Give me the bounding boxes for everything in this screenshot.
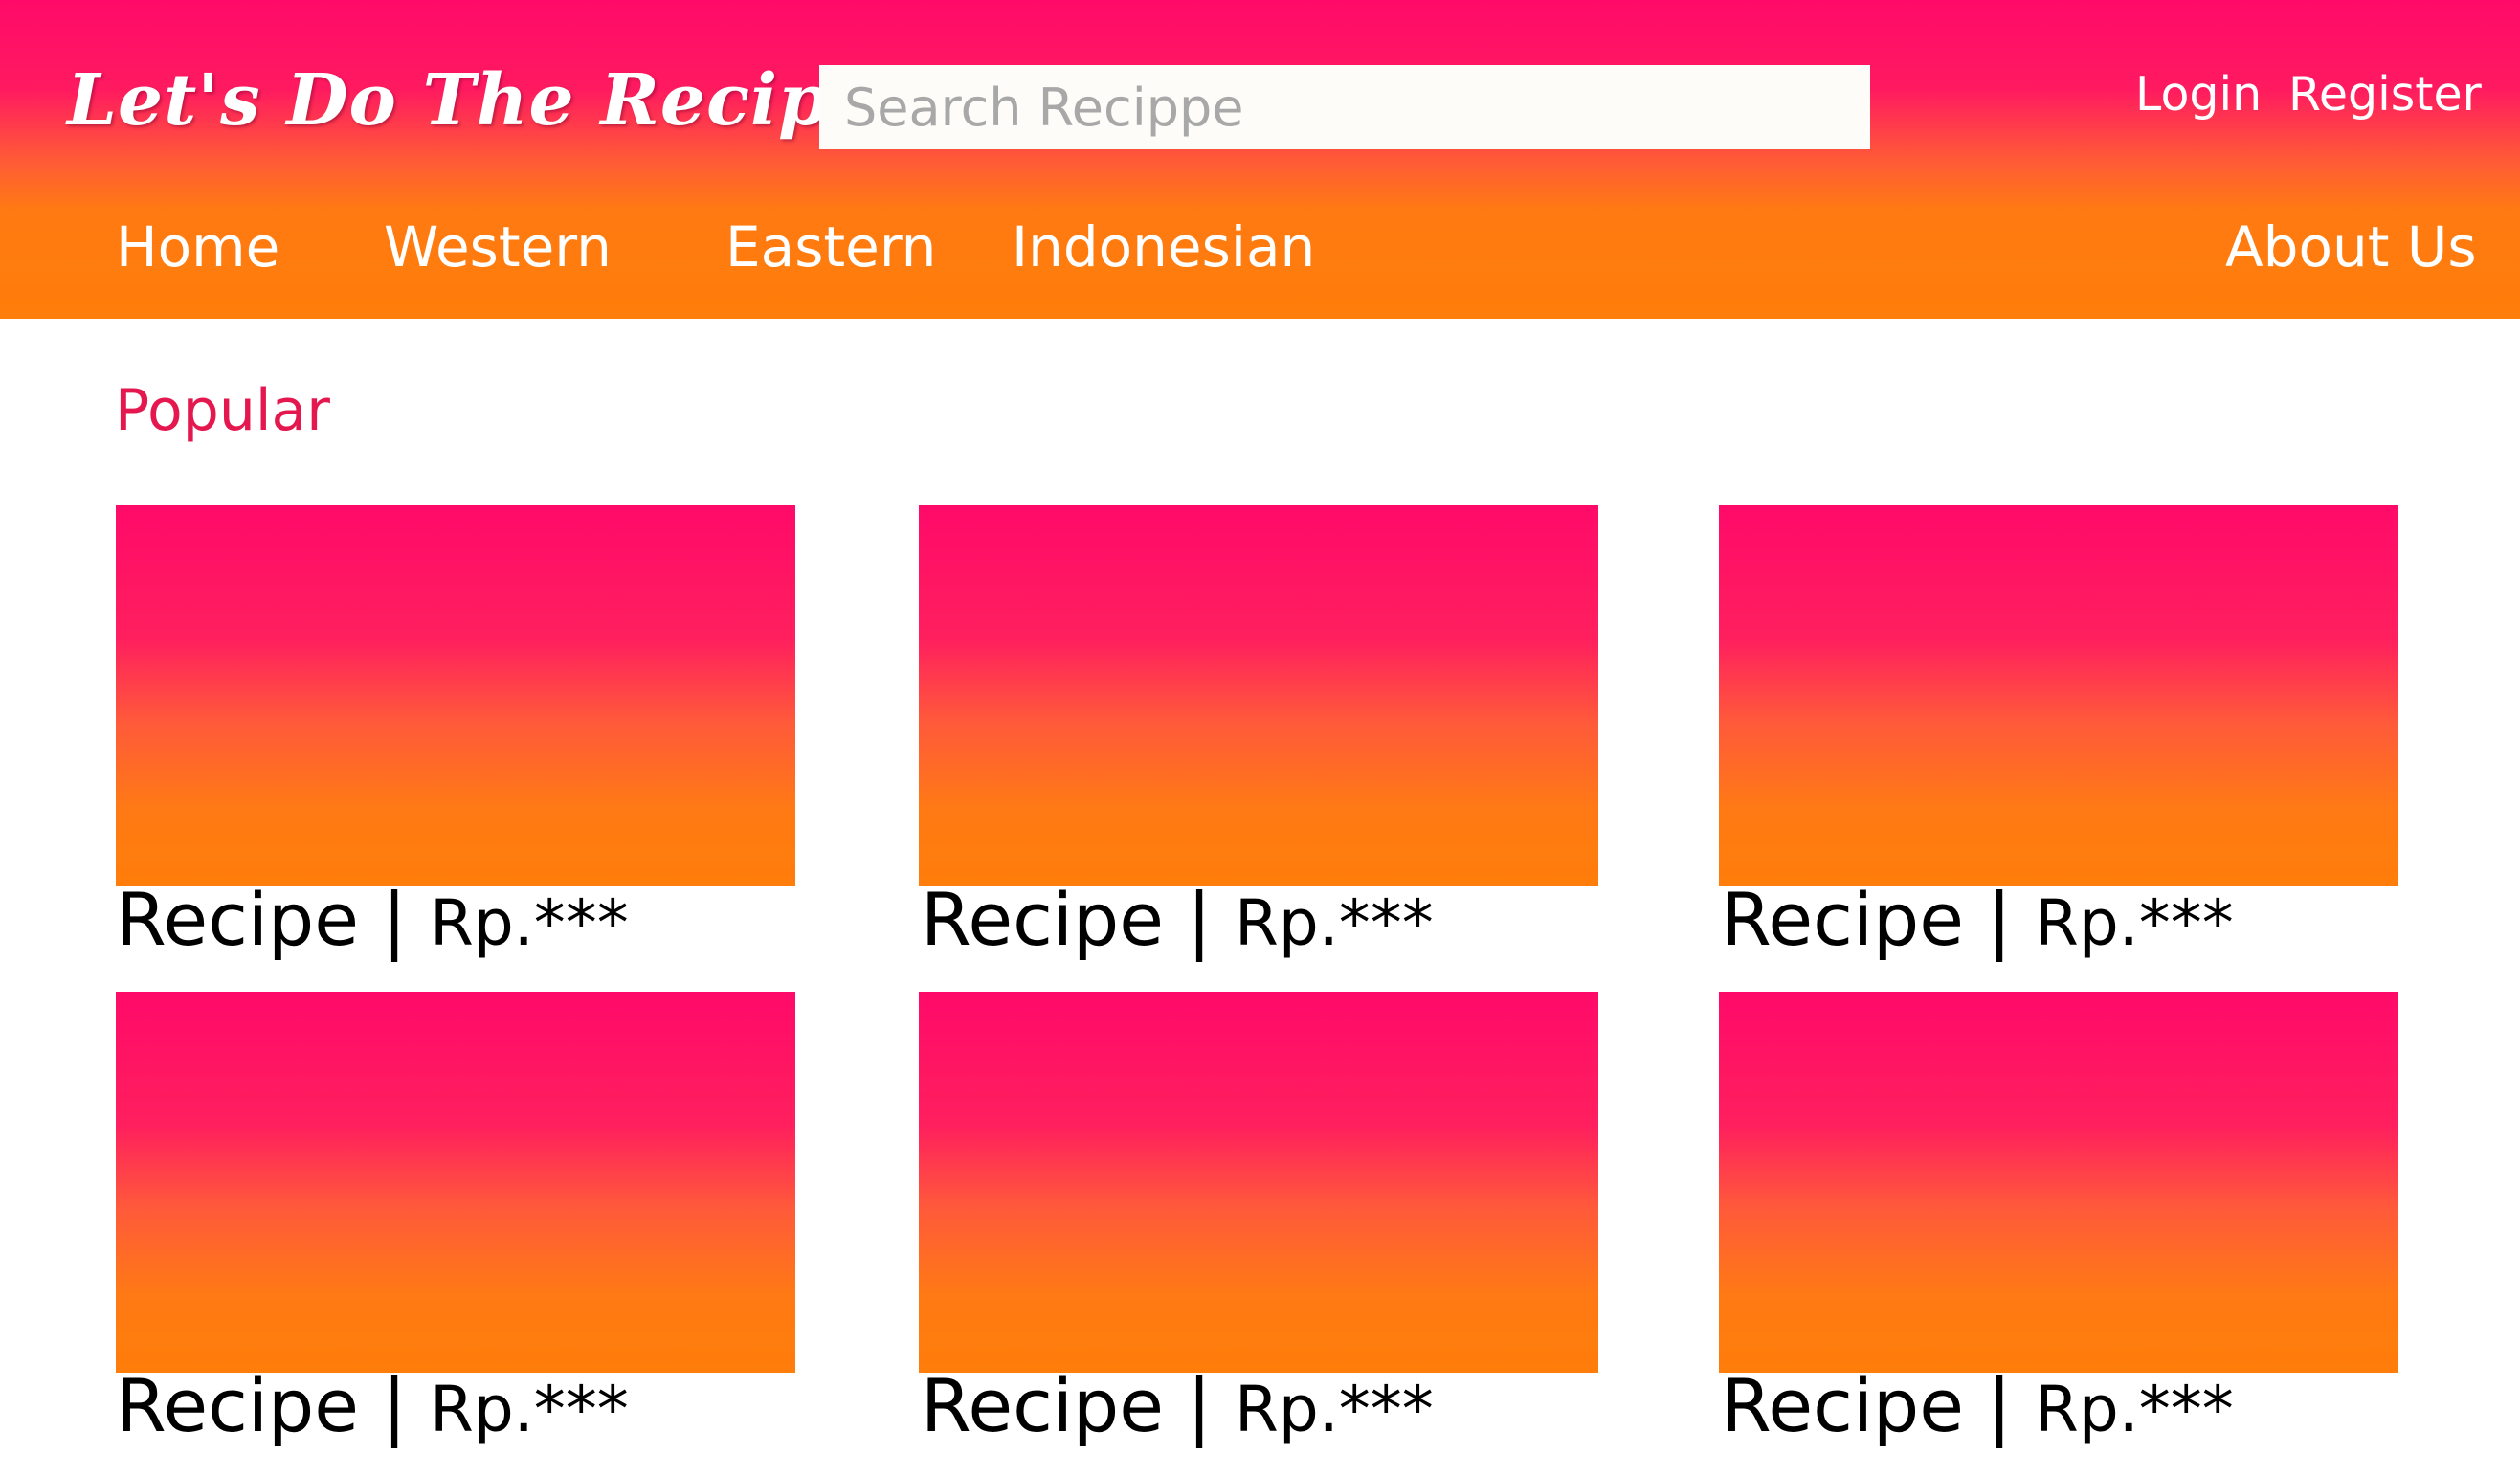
nav-about-us[interactable]: About Us bbox=[2225, 214, 2477, 280]
recipe-price: Rp.*** bbox=[429, 886, 629, 960]
recipe-card-image[interactable] bbox=[919, 505, 1598, 886]
site-header: Let's Do The Recipe Login Register Home … bbox=[0, 0, 2520, 319]
register-link[interactable]: Register bbox=[2288, 67, 2482, 122]
recipe-card-caption[interactable]: Recipe | Rp.*** bbox=[116, 883, 629, 956]
caption-separator: | bbox=[359, 1363, 430, 1448]
recipe-name: Recipe bbox=[116, 877, 360, 962]
recipe-card-caption[interactable]: Recipe | Rp.*** bbox=[921, 1370, 1434, 1442]
recipe-price: Rp.*** bbox=[2034, 1373, 2234, 1446]
recipe-card-image[interactable] bbox=[116, 505, 795, 886]
recipe-card-caption[interactable]: Recipe | Rp.*** bbox=[1721, 1370, 2234, 1442]
recipe-price: Rp.*** bbox=[1234, 886, 1434, 960]
login-link[interactable]: Login bbox=[2135, 67, 2262, 122]
recipe-price: Rp.*** bbox=[429, 1373, 629, 1446]
site-logo[interactable]: Let's Do The Recipe bbox=[67, 59, 875, 142]
caption-separator: | bbox=[359, 877, 430, 962]
recipe-card-image[interactable] bbox=[1719, 992, 2398, 1373]
recipe-price: Rp.*** bbox=[1234, 1373, 1434, 1446]
nav-eastern[interactable]: Eastern bbox=[725, 214, 936, 280]
recipe-name: Recipe bbox=[921, 1363, 1165, 1448]
recipe-card-caption[interactable]: Recipe | Rp.*** bbox=[921, 883, 1434, 956]
recipe-card-caption[interactable]: Recipe | Rp.*** bbox=[1721, 883, 2234, 956]
recipe-card-image[interactable] bbox=[116, 992, 795, 1373]
recipe-name: Recipe bbox=[1721, 877, 1965, 962]
caption-separator: | bbox=[1164, 1363, 1235, 1448]
nav-western[interactable]: Western bbox=[384, 214, 612, 280]
caption-separator: | bbox=[1964, 877, 2035, 962]
recipe-name: Recipe bbox=[921, 877, 1165, 962]
recipe-price: Rp.*** bbox=[2034, 886, 2234, 960]
recipe-name: Recipe bbox=[116, 1363, 360, 1448]
caption-separator: | bbox=[1164, 877, 1235, 962]
search-input[interactable] bbox=[819, 65, 1870, 149]
nav-home[interactable]: Home bbox=[116, 214, 279, 280]
recipe-card-image[interactable] bbox=[1719, 505, 2398, 886]
popular-section-title: Popular bbox=[115, 377, 330, 444]
recipe-card-caption[interactable]: Recipe | Rp.*** bbox=[116, 1370, 629, 1442]
recipe-name: Recipe bbox=[1721, 1363, 1965, 1448]
page: Let's Do The Recipe Login Register Home … bbox=[0, 0, 2520, 1476]
caption-separator: | bbox=[1964, 1363, 2035, 1448]
nav-indonesian[interactable]: Indonesian bbox=[1012, 214, 1315, 280]
recipe-card-image[interactable] bbox=[919, 992, 1598, 1373]
